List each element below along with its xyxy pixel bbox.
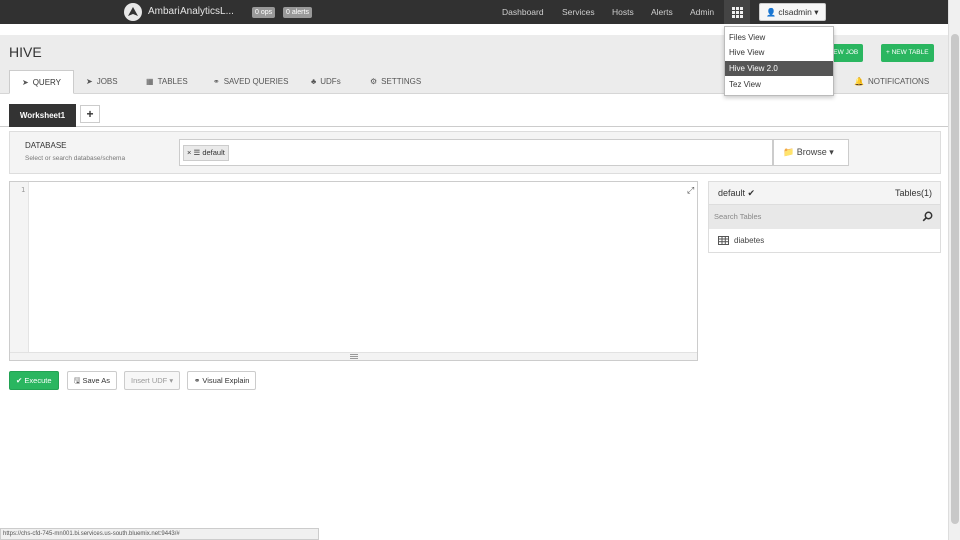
status-bar-url: https://chs-cfd-745-mn001.bi.services.us…: [0, 528, 319, 540]
menu-item-hive-view-2[interactable]: Hive View 2.0: [725, 61, 833, 76]
tab-saved-queries[interactable]: ⚭ SAVED QUERIES: [201, 70, 300, 94]
save-as-label: Save As: [82, 376, 111, 385]
table-name: diabetes: [734, 236, 765, 245]
nav-admin[interactable]: Admin: [690, 7, 714, 17]
user-menu-button[interactable]: 👤 clsadmin ▾: [759, 3, 826, 21]
cluster-name[interactable]: AnalyticsL...: [180, 6, 234, 17]
worksheet-tab[interactable]: Worksheet1: [9, 104, 76, 127]
execute-label: Execute: [24, 376, 52, 385]
add-worksheet-button[interactable]: +: [80, 105, 100, 123]
chip-label: default: [202, 148, 225, 157]
expand-icon[interactable]: ⤢: [687, 185, 694, 196]
search-icon[interactable]: [922, 211, 933, 222]
link-icon: ⚭: [194, 376, 201, 385]
tab-notifications[interactable]: 🔔 NOTIFICATIONS: [842, 70, 941, 94]
database-select[interactable]: × ☰ default: [179, 139, 773, 166]
paper-plane-icon: ➤: [22, 78, 29, 87]
tab-notifications-label: NOTIFICATIONS: [867, 77, 930, 86]
table-icon: [718, 236, 729, 245]
table-search-placeholder: Search Tables: [714, 212, 762, 221]
browse-label: Browse ▾: [796, 147, 834, 157]
ambari-logo-icon[interactable]: [124, 3, 142, 21]
check-icon: ✔: [16, 376, 23, 385]
nav-alerts[interactable]: Alerts: [651, 7, 673, 17]
line-number: 1: [21, 186, 26, 194]
menu-item-hive-view[interactable]: Hive View: [725, 45, 833, 60]
browse-button[interactable]: 📁 Browse ▾: [773, 139, 849, 166]
gear-icon: ⚙: [370, 77, 378, 86]
menu-item-tez-view[interactable]: Tez View: [725, 77, 833, 92]
table-row[interactable]: diabetes: [709, 229, 940, 252]
database-hint: Select or search database/schema: [25, 155, 126, 162]
page-scrollbar[interactable]: [948, 0, 960, 540]
brand-name[interactable]: Ambari: [148, 6, 180, 17]
database-icon: ☰: [193, 148, 201, 157]
table-search-input[interactable]: Search Tables: [709, 205, 940, 229]
tables-panel: default ✔ Tables(1) Search Tables diabet…: [708, 181, 941, 253]
scrollbar-thumb[interactable]: [951, 34, 959, 524]
ops-badge[interactable]: 0 ops: [252, 7, 276, 18]
tab-query-label: QUERY: [32, 78, 62, 87]
editor-gutter: 1: [10, 182, 29, 352]
tab-settings-label: SETTINGS: [381, 77, 422, 86]
query-editor[interactable]: 1 ⤢: [9, 181, 698, 361]
selected-database-name[interactable]: default ✔: [718, 188, 755, 199]
tables-panel-header: default ✔ Tables(1): [709, 182, 940, 205]
database-panel: DATABASE Select or search database/schem…: [9, 131, 941, 174]
user-name: clsadmin ▾: [778, 7, 819, 17]
views-dropdown-menu: Files View Hive View Hive View 2.0 Tez V…: [724, 26, 834, 96]
nav-services[interactable]: Services: [562, 7, 595, 17]
chip-remove-icon[interactable]: ×: [187, 148, 191, 157]
tab-tables-label: TABLES: [157, 77, 188, 86]
tab-tables[interactable]: ▦ TABLES: [134, 70, 200, 94]
worksheet-tabs: Worksheet1 +: [0, 94, 948, 127]
table-icon: ▦: [146, 77, 154, 86]
database-label: DATABASE: [25, 141, 67, 150]
top-navbar: Ambari AnalyticsL... 0 ops 0 alerts Dash…: [0, 0, 948, 24]
nav-dashboard[interactable]: Dashboard: [502, 7, 544, 17]
puzzle-icon: ♣: [311, 77, 317, 86]
editor-resize-handle[interactable]: [10, 352, 697, 360]
save-as-button[interactable]: 🖫 Save As: [67, 371, 118, 390]
tab-udfs-label: UDFs: [320, 77, 341, 86]
new-table-button[interactable]: + NEW TABLE: [881, 44, 934, 62]
tab-saved-queries-label: SAVED QUERIES: [223, 77, 289, 86]
nav-hosts[interactable]: Hosts: [612, 7, 634, 17]
page-title: HIVE: [9, 44, 42, 60]
visual-explain-button[interactable]: ⚭ Visual Explain: [187, 371, 257, 390]
save-icon: 🖫: [74, 376, 81, 385]
insert-udf-button[interactable]: Insert UDF ▾: [124, 371, 181, 390]
user-icon: 👤: [766, 8, 776, 17]
execute-button[interactable]: ✔ Execute: [9, 371, 59, 390]
bell-icon: 🔔: [854, 77, 864, 86]
tab-jobs[interactable]: ➤ JOBS: [74, 70, 130, 94]
menu-item-files-view[interactable]: Files View: [725, 30, 833, 45]
tab-udfs[interactable]: ♣ UDFs: [299, 70, 353, 94]
paperclip-icon: ⚭: [213, 77, 220, 86]
visual-explain-label: Visual Explain: [202, 376, 250, 385]
tab-settings[interactable]: ⚙ SETTINGS: [358, 70, 433, 94]
views-grid-button[interactable]: [724, 0, 750, 24]
paper-plane-icon: ➤: [86, 77, 93, 86]
folder-icon: 📁: [783, 147, 795, 157]
tab-jobs-label: JOBS: [96, 77, 118, 86]
alerts-badge[interactable]: 0 alerts: [283, 7, 312, 18]
tab-query[interactable]: ➤ QUERY: [9, 70, 75, 94]
tables-count: Tables(1): [894, 188, 932, 198]
database-chip[interactable]: × ☰ default: [183, 145, 229, 161]
drag-handle-icon: [350, 354, 358, 359]
